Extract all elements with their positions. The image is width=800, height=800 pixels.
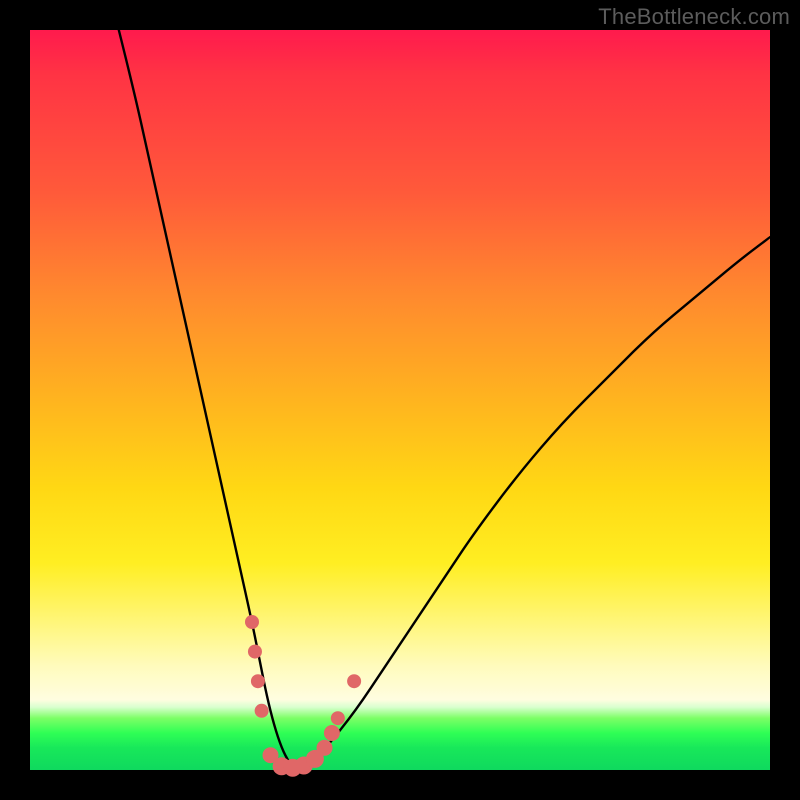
curve-marker <box>347 674 361 688</box>
curve-markers <box>245 615 361 777</box>
curve-marker <box>317 740 333 756</box>
bottleneck-curve-path <box>119 30 770 768</box>
curve-marker <box>255 704 269 718</box>
curve-marker <box>331 711 345 725</box>
curve-marker <box>248 645 262 659</box>
curve-layer <box>119 30 770 768</box>
chart-frame: TheBottleneck.com <box>0 0 800 800</box>
curve-marker <box>251 674 265 688</box>
curve-marker <box>245 615 259 629</box>
curve-marker <box>324 725 340 741</box>
chart-svg <box>30 30 770 770</box>
attribution-label: TheBottleneck.com <box>598 4 790 30</box>
